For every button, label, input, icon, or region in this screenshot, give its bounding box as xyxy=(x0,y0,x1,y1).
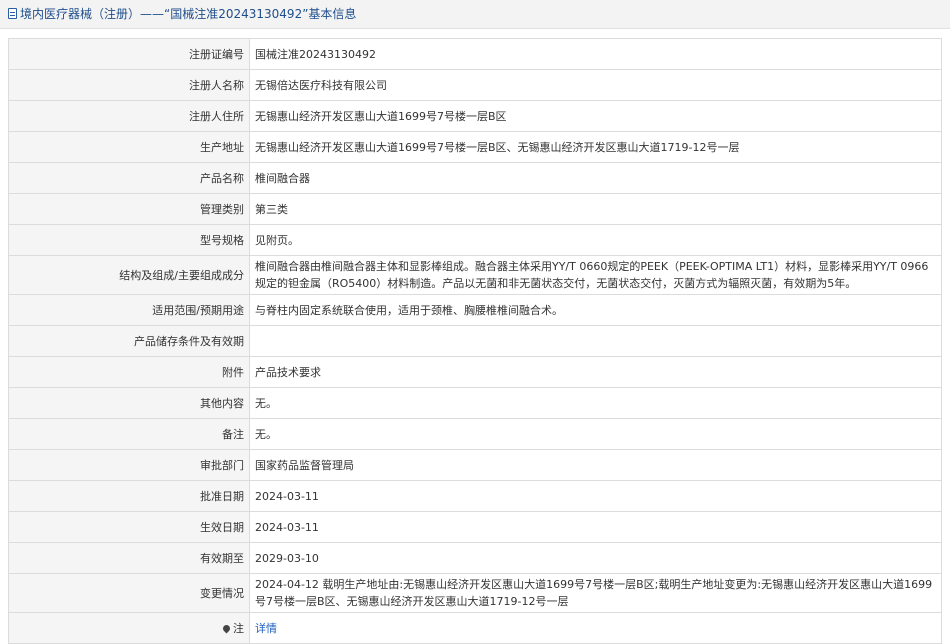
note-value-cell: 详情 xyxy=(249,612,942,644)
row-value: 与脊柱内固定系统联合使用，适用于颈椎、胸腰椎椎间融合术。 xyxy=(249,294,942,326)
row-model-spec: 型号规格 见附页。 xyxy=(8,224,942,256)
row-value: 国械注准20243130492 xyxy=(249,38,942,70)
row-value: 2024-03-11 xyxy=(249,511,942,543)
row-registration-number: 注册证编号 国械注准20243130492 xyxy=(8,38,942,70)
details-link[interactable]: 详情 xyxy=(255,622,277,635)
row-value: 见附页。 xyxy=(249,224,942,256)
row-label: 有效期至 xyxy=(8,542,250,574)
row-product-name: 产品名称 椎间融合器 xyxy=(8,162,942,194)
row-effective-date: 生效日期 2024-03-11 xyxy=(8,511,942,543)
row-approval-department: 审批部门 国家药品监督管理局 xyxy=(8,449,942,481)
row-storage-conditions: 产品储存条件及有效期 xyxy=(8,325,942,357)
row-value: 产品技术要求 xyxy=(249,356,942,388)
row-label: 管理类别 xyxy=(8,193,250,225)
row-label: 其他内容 xyxy=(8,387,250,419)
row-label: 适用范围/预期用途 xyxy=(8,294,250,326)
row-value: 2024-03-11 xyxy=(249,480,942,512)
row-approval-date: 批准日期 2024-03-11 xyxy=(8,480,942,512)
row-value: 无。 xyxy=(249,418,942,450)
page-title: 境内医疗器械（注册）——“国械注准20243130492”基本信息 xyxy=(20,7,357,21)
row-label: 产品名称 xyxy=(8,162,250,194)
row-value: 无锡倍达医疗科技有限公司 xyxy=(249,69,942,101)
row-label: 注册人住所 xyxy=(8,100,250,132)
row-label: 审批部门 xyxy=(8,449,250,481)
row-other-content: 其他内容 无。 xyxy=(8,387,942,419)
row-production-address: 生产地址 无锡惠山经济开发区惠山大道1699号7号楼一层B区、无锡惠山经济开发区… xyxy=(8,131,942,163)
row-value: 2029-03-10 xyxy=(249,542,942,574)
row-value xyxy=(249,325,942,357)
row-attachment: 附件 产品技术要求 xyxy=(8,356,942,388)
row-value: 椎间融合器由椎间融合器主体和显影棒组成。融合器主体采用YY/T 0660规定的P… xyxy=(249,255,942,295)
row-label: 生产地址 xyxy=(8,131,250,163)
document-icon xyxy=(8,8,17,19)
row-label: 批准日期 xyxy=(8,480,250,512)
row-label: 结构及组成/主要组成成分 xyxy=(8,255,250,295)
row-label: 型号规格 xyxy=(8,224,250,256)
row-structure-composition: 结构及组成/主要组成成分 椎间融合器由椎间融合器主体和显影棒组成。融合器主体采用… xyxy=(8,255,942,295)
row-note: 注 详情 xyxy=(8,612,942,644)
row-label: 变更情况 xyxy=(8,573,250,613)
row-registrant-address: 注册人住所 无锡惠山经济开发区惠山大道1699号7号楼一层B区 xyxy=(8,100,942,132)
row-registrant-name: 注册人名称 无锡倍达医疗科技有限公司 xyxy=(8,69,942,101)
row-value: 无。 xyxy=(249,387,942,419)
row-valid-until: 有效期至 2029-03-10 xyxy=(8,542,942,574)
row-label: 生效日期 xyxy=(8,511,250,543)
row-remarks: 备注 无。 xyxy=(8,418,942,450)
row-value: 第三类 xyxy=(249,193,942,225)
row-label: 附件 xyxy=(8,356,250,388)
note-label: 注 xyxy=(233,621,244,635)
row-value: 无锡惠山经济开发区惠山大道1699号7号楼一层B区、无锡惠山经济开发区惠山大道1… xyxy=(249,131,942,163)
row-label: 产品储存条件及有效期 xyxy=(8,325,250,357)
row-label: 注册人名称 xyxy=(8,69,250,101)
row-intended-use: 适用范围/预期用途 与脊柱内固定系统联合使用，适用于颈椎、胸腰椎椎间融合术。 xyxy=(8,294,942,326)
row-value: 国家药品监督管理局 xyxy=(249,449,942,481)
row-change-history: 变更情况 2024-04-12 载明生产地址由:无锡惠山经济开发区惠山大道169… xyxy=(8,573,942,613)
row-management-category: 管理类别 第三类 xyxy=(8,193,942,225)
pin-icon xyxy=(221,623,232,633)
row-label: 备注 xyxy=(8,418,250,450)
row-value: 椎间融合器 xyxy=(249,162,942,194)
row-label: 注册证编号 xyxy=(8,38,250,70)
basic-info-table: 注册证编号 国械注准20243130492 注册人名称 无锡倍达医疗科技有限公司… xyxy=(8,38,942,644)
note-label-cell: 注 xyxy=(8,612,250,644)
page-header: 境内医疗器械（注册）——“国械注准20243130492”基本信息 xyxy=(0,0,950,29)
row-value: 无锡惠山经济开发区惠山大道1699号7号楼一层B区 xyxy=(249,100,942,132)
row-value: 2024-04-12 载明生产地址由:无锡惠山经济开发区惠山大道1699号7号楼… xyxy=(249,573,942,613)
